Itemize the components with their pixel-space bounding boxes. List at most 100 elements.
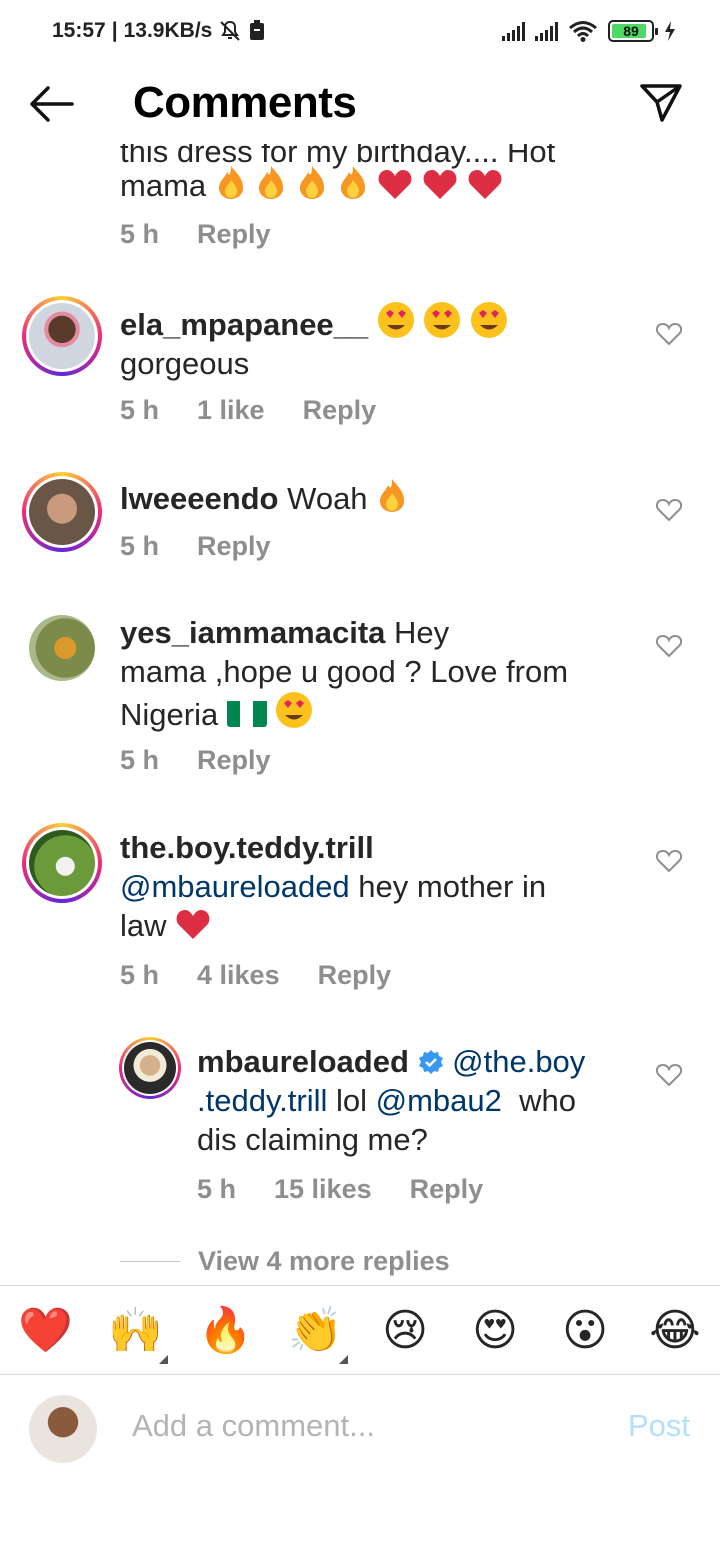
comment-text: Woah (287, 481, 368, 516)
comment-time: 5 h (120, 960, 160, 990)
comment-text: dis claiming me? (197, 1122, 428, 1157)
heart-eyes-emoji-icon (377, 302, 414, 338)
avatar[interactable] (119, 1037, 181, 1099)
avatar[interactable] (22, 823, 102, 903)
comments-list[interactable]: this dress for my birthday.... Hot mama … (0, 144, 720, 1285)
comment-text: lol (335, 1083, 367, 1118)
like-heart-icon[interactable] (656, 634, 682, 658)
reply-button[interactable]: Reply (197, 531, 271, 562)
reply-button[interactable]: Reply (197, 219, 271, 250)
heart-eyes-emoji-button[interactable]: 😍 (468, 1304, 522, 1358)
fire-emoji-icon (259, 166, 284, 199)
current-user-avatar (29, 1395, 97, 1463)
comment-username[interactable]: mbaureloaded (197, 1044, 409, 1079)
clapping-hands-emoji-button[interactable]: 👏 (288, 1304, 348, 1364)
like-heart-icon[interactable] (656, 498, 682, 522)
fire-emoji-icon (340, 166, 365, 199)
likes-count[interactable]: 15 likes (274, 1174, 372, 1205)
mention-link[interactable]: @mbau2 (376, 1083, 502, 1118)
comment-text: law (120, 908, 167, 943)
header: Comments (0, 66, 720, 144)
avatar[interactable] (29, 615, 95, 681)
skin-tone-indicator (159, 1355, 168, 1364)
crying-face-emoji-button[interactable]: 😢 (378, 1304, 432, 1358)
signal-icon-2 (535, 21, 558, 41)
comment-username[interactable]: yes_iammamacita (120, 615, 385, 650)
fire-emoji-button[interactable]: 🔥 (198, 1304, 253, 1358)
status-bar: 15:57 | 13.9KB/s 89 (0, 0, 720, 66)
red-heart-emoji-icon (423, 170, 457, 199)
verified-badge-icon (418, 1050, 443, 1074)
comment-input[interactable] (132, 1408, 582, 1444)
emoji-quick-bar: ❤️ 🙌 🔥 👏 😢 😍 😮 😂 (0, 1285, 720, 1375)
raising-hands-emoji-button[interactable]: 🙌 (108, 1304, 168, 1364)
comment-body: the.boy.teddy.trill @mbaureloaded hey mo… (120, 828, 640, 945)
comment-body: ela_mpapanee__ gorgeous (120, 301, 508, 383)
battery-level: 89 (623, 23, 639, 39)
post-button[interactable]: Post (628, 1408, 690, 1444)
view-more-replies[interactable]: View 4 more replies (120, 1246, 450, 1277)
mention-link[interactable]: .teddy.trill (197, 1083, 327, 1118)
signal-icon-1 (502, 21, 525, 41)
skin-tone-indicator (339, 1355, 348, 1364)
status-time: 15:57 (52, 19, 106, 42)
send-icon[interactable] (638, 82, 684, 124)
comment-body: mbaureloaded @the.boy .teddy.trill lol @… (197, 1042, 637, 1159)
mention-link[interactable]: @the.boy (452, 1044, 585, 1079)
comment-time: 5 h (197, 1174, 237, 1204)
comment-meta: 5 h 4 likes Reply (120, 960, 391, 991)
red-heart-emoji-icon (378, 170, 412, 199)
heart-eyes-emoji-icon (424, 302, 461, 338)
comment-text: hey mother in (358, 869, 547, 904)
comment-username[interactable]: ela_mpapanee__ (120, 307, 368, 342)
heart-eyes-emoji-icon (471, 302, 508, 338)
reply-button[interactable]: Reply (318, 960, 392, 991)
comment-time: 5 h (120, 531, 160, 561)
avatar[interactable] (22, 472, 102, 552)
fire-emoji-icon (300, 166, 325, 199)
like-heart-icon[interactable] (656, 322, 682, 346)
surprised-face-emoji-button[interactable]: 😮 (558, 1304, 612, 1358)
comment-text: Hey (394, 615, 450, 650)
view-more-label[interactable]: View 4 more replies (198, 1246, 450, 1277)
comment-body: yes_iammamacita Hey mama ,hope u good ? … (120, 613, 640, 734)
status-left: 15:57 | 13.9KB/s (52, 19, 266, 43)
comment-body: lweeeendo Woah (120, 477, 408, 518)
page-title: Comments (133, 78, 357, 127)
status-right: 89 (502, 20, 676, 42)
comment-meta: 5 h 1 like Reply (120, 395, 376, 426)
like-heart-icon[interactable] (656, 1063, 682, 1087)
back-arrow-icon[interactable] (28, 84, 74, 124)
comment-meta: 5 h Reply (120, 219, 271, 250)
comment-text: Nigeria (120, 697, 219, 732)
red-heart-emoji-button[interactable]: ❤️ (18, 1304, 73, 1358)
comment-meta: 5 h Reply (120, 745, 271, 776)
status-divider: | (111, 19, 118, 42)
comment-text: gorgeous (120, 346, 250, 381)
battery-icon: 89 (608, 20, 658, 42)
comment-text: mama (120, 164, 503, 205)
likes-count[interactable]: 4 likes (197, 960, 280, 991)
reply-button[interactable]: Reply (303, 395, 377, 426)
comment-text: mama ,hope u good ? Love from (120, 654, 569, 689)
comment-text: who (519, 1083, 576, 1118)
divider (120, 1260, 180, 1263)
comment-username[interactable]: the.boy.teddy.trill (120, 830, 374, 865)
like-heart-icon[interactable] (656, 849, 682, 873)
comment-time: 5 h (120, 219, 160, 249)
reply-button[interactable]: Reply (410, 1174, 484, 1205)
tears-of-joy-emoji-button[interactable]: 😂 (648, 1304, 702, 1358)
comment-meta: 5 h Reply (120, 531, 271, 562)
comment-time: 5 h (120, 745, 160, 775)
charging-icon (665, 21, 675, 41)
red-heart-emoji-icon (176, 910, 210, 939)
avatar[interactable] (22, 296, 102, 376)
fire-emoji-icon (380, 479, 405, 512)
reply-button[interactable]: Reply (197, 745, 271, 776)
comment-username[interactable]: lweeeendo (120, 481, 279, 516)
likes-count[interactable]: 1 like (197, 395, 265, 426)
nigeria-flag-icon (226, 699, 267, 727)
comment-meta: 5 h 15 likes Reply (197, 1174, 483, 1205)
wifi-icon (569, 21, 597, 42)
mention-link[interactable]: @mbaureloaded (120, 869, 350, 904)
